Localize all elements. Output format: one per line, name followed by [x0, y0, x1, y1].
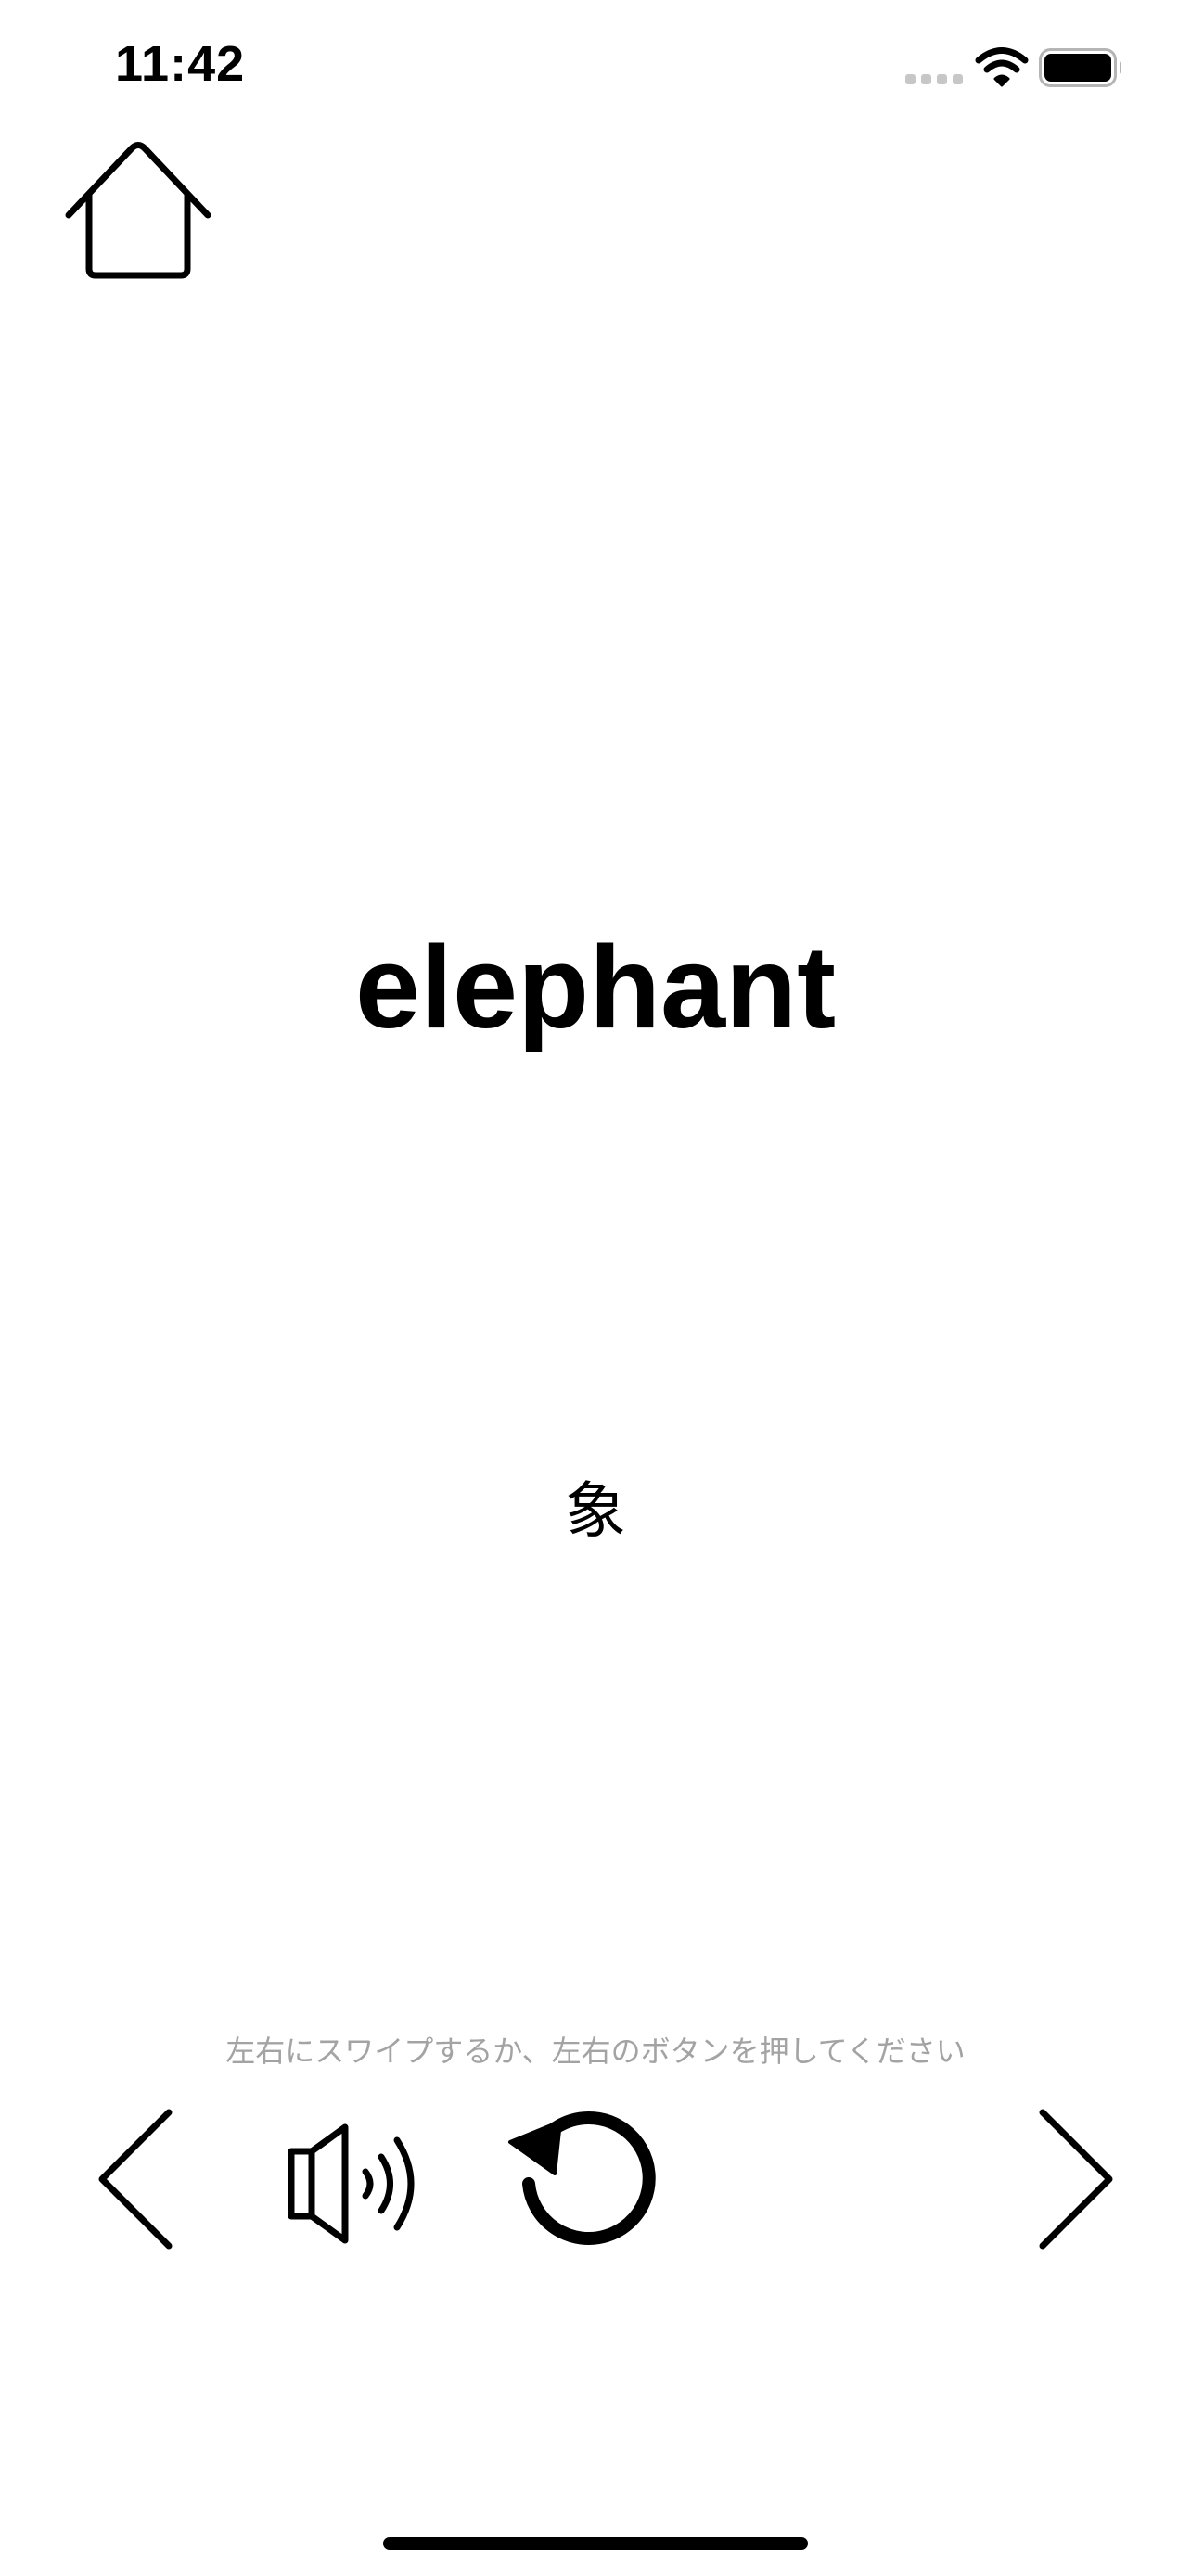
word-translation: 象: [565, 1475, 626, 1547]
status-time: 11:42: [115, 36, 246, 92]
status-bar: 11:42: [0, 0, 1191, 130]
chevron-left-icon: [98, 2109, 173, 2250]
signal-icon: [905, 72, 963, 85]
chevron-right-icon: [1039, 2109, 1113, 2250]
speaker-button[interactable]: [278, 2123, 427, 2244]
home-indicator: [383, 2537, 808, 2550]
replay-button[interactable]: [501, 2105, 659, 2263]
wifi-icon: [975, 46, 1029, 87]
home-button[interactable]: [63, 139, 213, 280]
next-button[interactable]: [1030, 2105, 1122, 2253]
replay-icon: [508, 2111, 656, 2245]
battery-icon: [1039, 48, 1124, 87]
previous-button[interactable]: [89, 2105, 182, 2253]
swipe-hint: 左右にスワイプするか、左右のボタンを押してください: [225, 2034, 966, 2069]
word-title: elephant: [354, 922, 837, 1052]
home-icon: [65, 142, 211, 279]
speaker-icon: [288, 2123, 415, 2244]
